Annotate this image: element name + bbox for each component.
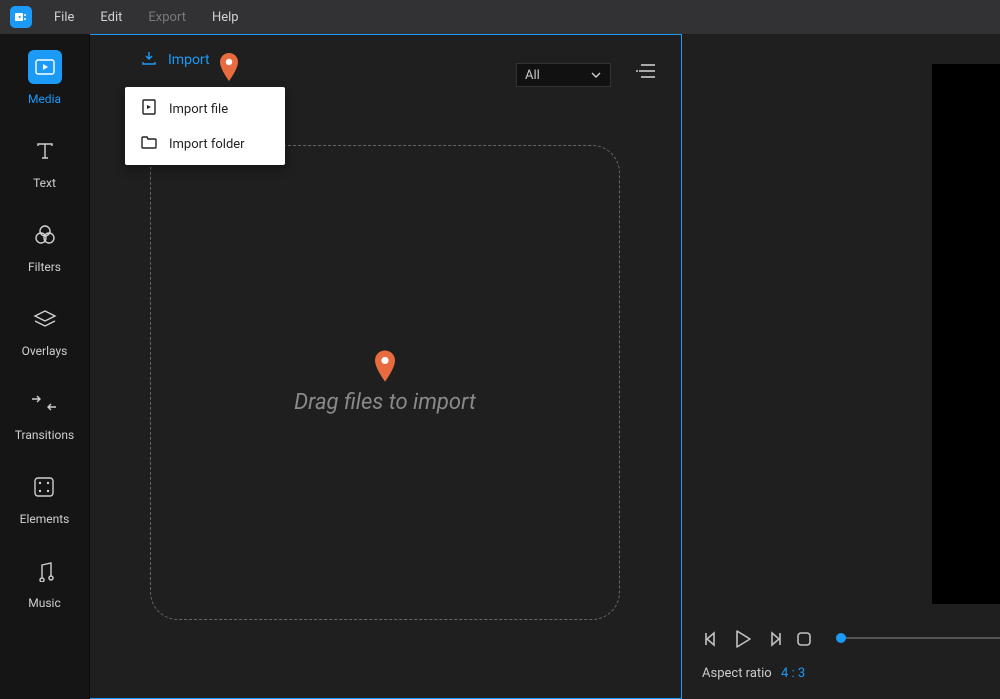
import-label: Import	[168, 52, 210, 68]
dropdown-value: All	[525, 68, 540, 83]
sidebar-item-overlays[interactable]: Overlays	[22, 302, 68, 358]
next-frame-button[interactable]	[766, 630, 784, 652]
import-menu-label: Import folder	[169, 137, 245, 152]
transitions-icon	[27, 386, 61, 420]
import-arrow-icon	[140, 50, 158, 70]
sidebar: Media Text Filters Overlays Transitions …	[0, 34, 90, 699]
sidebar-item-label: Elements	[20, 512, 70, 526]
app-logo-icon	[10, 6, 32, 28]
menu-file[interactable]: File	[44, 6, 84, 29]
menu-help[interactable]: Help	[202, 6, 249, 29]
media-icon	[28, 50, 62, 84]
overlays-icon	[28, 302, 62, 336]
sidebar-item-label: Overlays	[22, 344, 68, 358]
play-button[interactable]	[732, 629, 754, 653]
tutorial-marker-icon	[375, 350, 395, 382]
sidebar-item-transitions[interactable]: Transitions	[15, 386, 74, 442]
sidebar-item-text[interactable]: Text	[28, 134, 62, 190]
menu-edit[interactable]: Edit	[90, 6, 132, 29]
tutorial-marker-icon	[220, 53, 238, 81]
timeline-slider[interactable]	[840, 637, 1000, 639]
media-panel: Import All Import file Import folder	[90, 34, 682, 699]
sidebar-item-label: Music	[28, 596, 60, 610]
import-menu: Import file Import folder	[125, 87, 285, 165]
aspect-ratio-label: Aspect ratio 4 : 3	[702, 666, 805, 681]
text-icon	[28, 134, 62, 168]
aspect-ratio-value[interactable]: 4 : 3	[781, 666, 805, 681]
media-filter-dropdown[interactable]: All	[516, 63, 611, 87]
sidebar-item-elements[interactable]: Elements	[20, 470, 70, 526]
chevron-down-icon	[590, 68, 602, 83]
sidebar-item-label: Text	[33, 176, 56, 190]
media-dropzone[interactable]: Drag files to import	[150, 145, 620, 620]
dropzone-hint: Drag files to import	[294, 390, 476, 415]
filters-icon	[28, 218, 62, 252]
preview-panel: Aspect ratio 4 : 3	[682, 34, 1000, 699]
music-icon	[28, 554, 62, 588]
sidebar-item-label: Transitions	[15, 428, 74, 442]
import-file-item[interactable]: Import file	[125, 91, 285, 127]
import-dropdown-button[interactable]: Import	[140, 50, 210, 70]
menu-export: Export	[138, 6, 196, 29]
sidebar-item-label: Media	[28, 92, 61, 106]
slider-knob[interactable]	[836, 633, 846, 643]
import-folder-item[interactable]: Import folder	[125, 127, 285, 161]
elements-icon	[27, 470, 61, 504]
file-play-icon	[141, 99, 157, 119]
transport-controls	[702, 629, 812, 653]
sidebar-item-music[interactable]: Music	[28, 554, 62, 610]
import-menu-label: Import file	[169, 102, 228, 117]
sidebar-item-media[interactable]: Media	[28, 50, 62, 106]
stop-button[interactable]	[796, 631, 812, 651]
sidebar-item-filters[interactable]: Filters	[28, 218, 62, 274]
prev-frame-button[interactable]	[702, 630, 720, 652]
menubar: File Edit Export Help	[0, 0, 1000, 34]
list-view-toggle[interactable]	[635, 63, 655, 83]
sidebar-item-label: Filters	[28, 260, 61, 274]
folder-icon	[141, 135, 157, 153]
preview-viewport	[932, 64, 1000, 604]
